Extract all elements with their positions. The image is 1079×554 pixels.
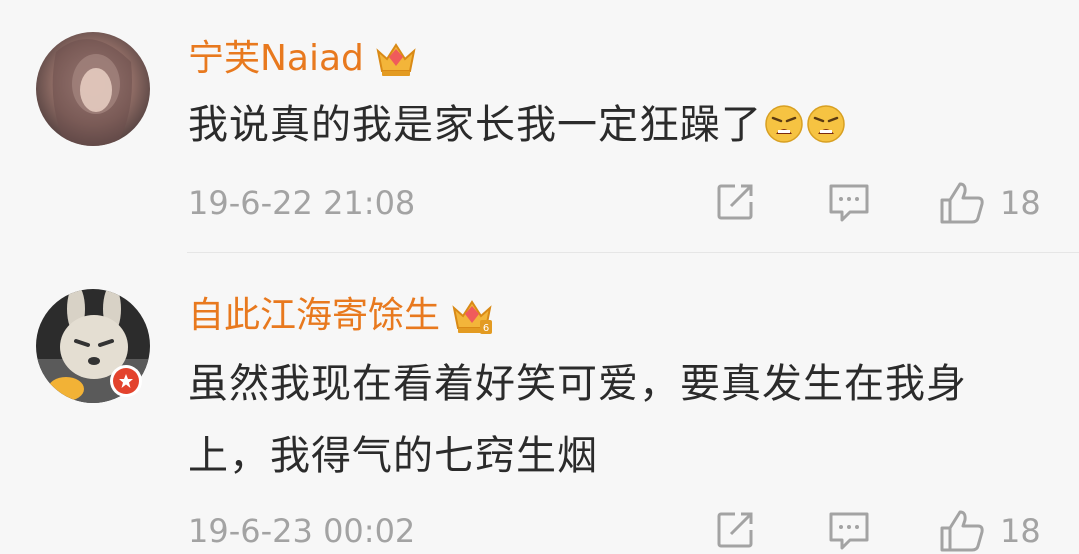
svg-text:6: 6 <box>483 323 489 334</box>
avatar[interactable] <box>36 32 150 146</box>
like-count: 18 <box>1000 512 1041 550</box>
reply-button[interactable] <box>826 508 872 552</box>
like-icon <box>940 510 984 552</box>
comment-time: 19-6-22 21:08 <box>188 184 416 222</box>
share-button[interactable] <box>713 180 757 224</box>
share-button[interactable] <box>713 508 757 552</box>
comment-time: 19-6-23 00:02 <box>188 512 416 550</box>
like-button[interactable]: 18 <box>938 180 1041 226</box>
username[interactable]: 自此江海寄馀生 6 <box>188 293 494 339</box>
share-icon <box>717 184 753 220</box>
like-count: 18 <box>1000 184 1041 222</box>
reply-icon <box>829 512 869 550</box>
angry-emoji-icon <box>765 105 803 143</box>
reply-icon <box>829 184 869 222</box>
like-button[interactable]: 18 <box>938 508 1041 554</box>
like-icon <box>940 182 984 224</box>
username[interactable]: 宁芙Naiad <box>188 36 418 82</box>
angry-emoji-icon <box>807 105 845 143</box>
crown-icon <box>376 43 416 76</box>
share-icon <box>717 512 753 548</box>
verified-badge-icon <box>110 365 142 397</box>
reply-button[interactable] <box>826 180 872 224</box>
comment-text: 我说真的我是家长我一定狂躁了 <box>188 89 1048 161</box>
comment-text-body: 我说真的我是家长我一定狂躁了 <box>188 102 762 148</box>
comment-item: 宁芙Naiad 我说真的我是家长我一定狂躁了 19-6-22 21:08 18 <box>0 0 1079 253</box>
username-text[interactable]: 宁芙Naiad <box>188 36 364 82</box>
crown-6-icon: 6 <box>452 300 493 334</box>
comment-item: 自此江海寄馀生 6 虽然我现在看着好笑可爱，要真发生在我身上，我得气的七窍生烟 … <box>0 253 1079 552</box>
username-text[interactable]: 自此江海寄馀生 <box>188 293 440 339</box>
comment-text: 虽然我现在看着好笑可爱，要真发生在我身上，我得气的七窍生烟 <box>188 361 967 479</box>
